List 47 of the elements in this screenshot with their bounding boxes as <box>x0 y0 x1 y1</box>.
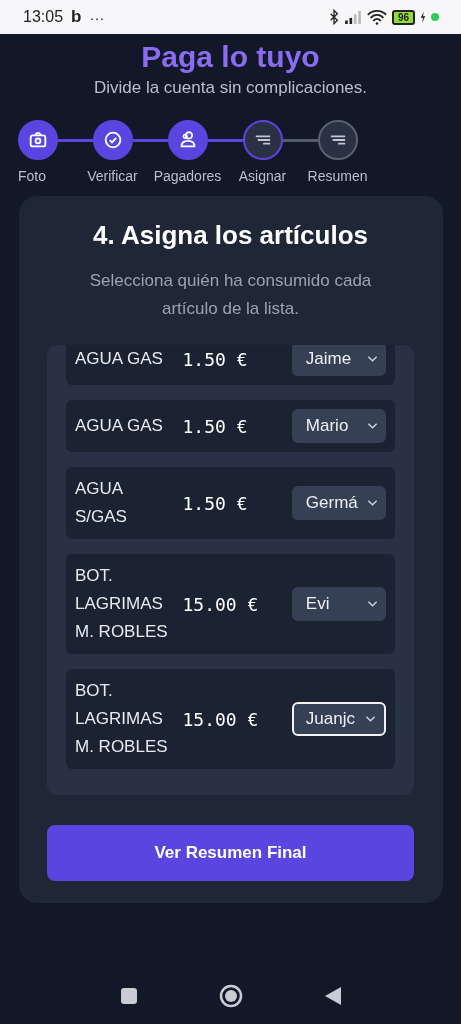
home-nav-icon <box>218 984 243 1008</box>
step-circle[interactable] <box>242 120 283 160</box>
payer-select[interactable]: Jaime <box>291 345 386 376</box>
step-label: Pagadores <box>153 168 222 184</box>
step-circle[interactable] <box>317 120 358 160</box>
item-name: BOT. LAGRIMAS M. ROBLES <box>75 565 169 643</box>
item-price: 1.50 € <box>182 415 249 437</box>
step-circle[interactable] <box>167 120 208 160</box>
item-name: BOT. LAGRIMAS M. ROBLES <box>75 680 169 758</box>
more-notifications: ··· <box>89 8 105 26</box>
chevron-down-icon <box>365 715 376 723</box>
bluetooth-icon <box>328 9 339 25</box>
item-name: AGUA GAS <box>75 348 164 370</box>
chevron-down-icon <box>367 600 378 608</box>
step-label: Verificar <box>87 168 138 184</box>
payer-select[interactable]: Mario <box>291 409 386 443</box>
app-title: Paga lo tuyo <box>141 40 320 74</box>
item-price: 15.00 € <box>182 708 260 730</box>
status-dot-icon <box>431 13 439 21</box>
app-notification-icon: b <box>71 7 82 27</box>
item-name: AGUA GAS <box>75 415 164 437</box>
payer-select[interactable]: Germá <box>291 486 386 520</box>
step-circle[interactable] <box>92 120 133 160</box>
step-label: Resumen <box>307 168 368 184</box>
step-label: Asignar <box>238 168 287 184</box>
step-circle[interactable] <box>17 120 58 160</box>
battery-indicator: 96 <box>391 9 415 25</box>
status-time: 13:05 <box>23 8 64 26</box>
item-name: AGUA S/GAS <box>75 478 128 528</box>
chevron-down-icon <box>367 422 378 430</box>
item-price: 15.00 € <box>182 593 260 615</box>
payer-select[interactable]: Evi <box>291 587 386 621</box>
item-price: 1.50 € <box>182 348 249 370</box>
chevron-down-icon <box>367 499 378 507</box>
square-nav-icon <box>120 988 137 1004</box>
back-nav-icon <box>324 987 341 1005</box>
chevron-down-icon <box>367 355 378 363</box>
signal-icon <box>343 10 362 24</box>
card-heading: 4. Asigna los artículos <box>93 220 368 251</box>
step-label: Foto <box>18 168 46 184</box>
subtitle: Divide la cuenta sin complicaciones. <box>93 78 368 98</box>
payer-select[interactable]: Juanjc <box>291 702 386 736</box>
card-description: Selecciona quién ha consumido cada artículo de la lista. <box>88 270 373 320</box>
item-price: 1.50 € <box>182 492 249 514</box>
charging-icon <box>420 11 426 23</box>
summary-button[interactable]: Ver Resumen Final <box>47 825 414 881</box>
wifi-icon <box>366 9 387 25</box>
